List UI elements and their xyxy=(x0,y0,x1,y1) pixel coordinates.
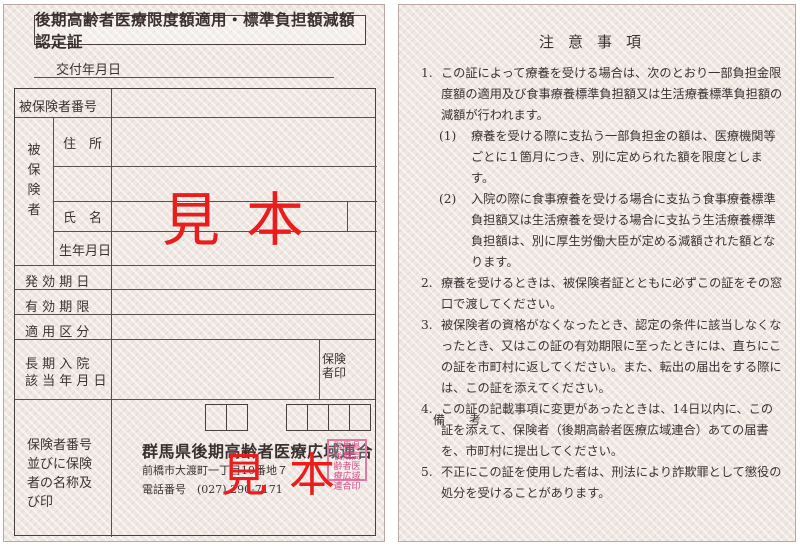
row-divider xyxy=(15,117,375,118)
issue-date-line xyxy=(34,77,334,78)
note-number: (1) xyxy=(439,129,457,143)
insurer-number-digit xyxy=(349,404,371,431)
certificate-back: 注意事項 1. この証によって療養を受ける場合は、次のとおり一部負担金限度額の適… xyxy=(398,4,796,542)
note-text: 療養を受ける際に支払う一部負担金の額は、医療機関等ごとに１箇月につき、別に定めら… xyxy=(471,129,776,185)
column-divider xyxy=(347,201,348,231)
effective-date-label: 発 効 期 日 xyxy=(25,275,90,290)
insurer-number-digit xyxy=(286,404,308,431)
insurer-number-digit xyxy=(205,404,227,431)
insurer-info-line: 並びに保険 xyxy=(27,457,93,472)
insured-char: 険 xyxy=(27,183,41,199)
note-subitem: (1) 療養を受ける際に支払う一部負担金の額は、医療機関等ごとに１箇月につき、別… xyxy=(415,126,785,189)
notes-list: 1. この証によって療養を受ける場合は、次のとおり一部負担金限度額の適用及び食事… xyxy=(415,63,785,504)
insured-char: 保 xyxy=(27,163,41,179)
row-divider xyxy=(15,265,375,266)
insured-char: 者 xyxy=(27,203,41,219)
note-item: 2. 療養を受けるときは、被保険者証とともに必ずこの証をその窓口で渡してください… xyxy=(415,273,785,315)
note-item: 4. この証の記載事項に変更があったときは、14日以内に、この証を添えて、保険者… xyxy=(415,399,785,462)
note-text: 不正にこの証を使用した者は、刑法により詐欺罪として懲役の処分を受けることがありま… xyxy=(441,465,782,500)
birth-date-label: 生年月日 xyxy=(59,244,112,259)
insurer-seal-line: 保険 xyxy=(322,352,347,366)
note-number: 5. xyxy=(421,465,433,479)
insured-char: 被 xyxy=(27,143,41,158)
insurer-number-digit xyxy=(226,404,248,431)
note-item: 3. 被保険者の資格がなくなったとき、認定の条件に該当しなくなったとき、又はこの… xyxy=(415,315,785,399)
insurer-seal-line: 者印 xyxy=(322,365,347,380)
note-text: 入院の際に食事療養を受ける場合に支払う食事療養標準負担額又は生活療養を受ける場合… xyxy=(471,192,776,269)
applicable-category-label: 適 用 区 分 xyxy=(25,325,90,340)
note-number: 3. xyxy=(421,318,433,332)
remarks-label: 備 考 xyxy=(433,413,488,427)
note-item: 1. この証によって療養を受ける場合は、次のとおり一部負担金限度額の適用及び食事… xyxy=(415,63,785,126)
column-divider xyxy=(319,339,320,399)
insurer-info-label: 保険者番号 並びに保険 者の名称及 び印 xyxy=(27,436,92,512)
note-text: この証によって療養を受ける場合は、次のとおり一部負担金限度額の適用及び食事療養標… xyxy=(441,66,783,122)
insurer-info-line: び印 xyxy=(27,495,54,510)
insured-person-vertical-label: 被 保 険 者 xyxy=(15,141,53,222)
note-number: 4. xyxy=(421,402,433,416)
column-divider xyxy=(53,117,54,265)
sample-watermark-small: 見本 xyxy=(221,448,357,502)
column-divider xyxy=(111,89,112,537)
note-number: 1. xyxy=(421,66,433,80)
note-text: 療養を受けるときは、被保険者証とともに必ずこの証をその窓口で渡してください。 xyxy=(441,276,783,311)
applicable-date-label: 該 当 年 月 日 xyxy=(25,374,107,389)
sample-watermark: 見本 xyxy=(162,186,331,254)
name-label: 氏 名 xyxy=(63,211,103,226)
notes-title: 注意事項 xyxy=(538,33,655,51)
note-subitem: (2) 入院の際に食事療養を受ける場合に支払う食事療養標準負担額又は生活療養を受… xyxy=(415,189,785,273)
note-text: 被保険者の資格がなくなったとき、認定の条件に該当しなくなったとき、又はこの証の有… xyxy=(441,318,782,395)
insurer-seal-label: 保険 者印 xyxy=(322,352,347,381)
insured-number-label: 被保険者番号 xyxy=(19,100,98,115)
note-number: 2. xyxy=(421,276,433,290)
note-number: (2) xyxy=(439,192,457,206)
insurer-info-line: 者の名称及 xyxy=(27,476,93,491)
row-divider xyxy=(53,166,377,167)
issue-date-label: 交付年月日 xyxy=(56,63,122,78)
insurer-number-digit xyxy=(307,404,329,431)
insurer-number-digit xyxy=(328,404,350,431)
note-item: 5. 不正にこの証を使用した者は、刑法により詐欺罪として懲役の処分を受けることが… xyxy=(415,462,785,504)
address-label: 住 所 xyxy=(63,137,103,152)
certificate-front: 後期高齢者医療限度額適用・標準負担額減額認定証 交付年月日 被保険者番号 被 保… xyxy=(3,4,385,542)
insurer-info-line: 保険者番号 xyxy=(27,438,93,453)
note-text: この証の記載事項に変更があったときは、14日以内に、この証を添えて、保険者（後期… xyxy=(441,402,774,458)
row-divider xyxy=(15,399,375,400)
certificate-title: 後期高齢者医療限度額適用・標準負担額減額認定証 xyxy=(34,10,366,51)
valid-until-label: 有 効 期 限 xyxy=(25,300,90,315)
